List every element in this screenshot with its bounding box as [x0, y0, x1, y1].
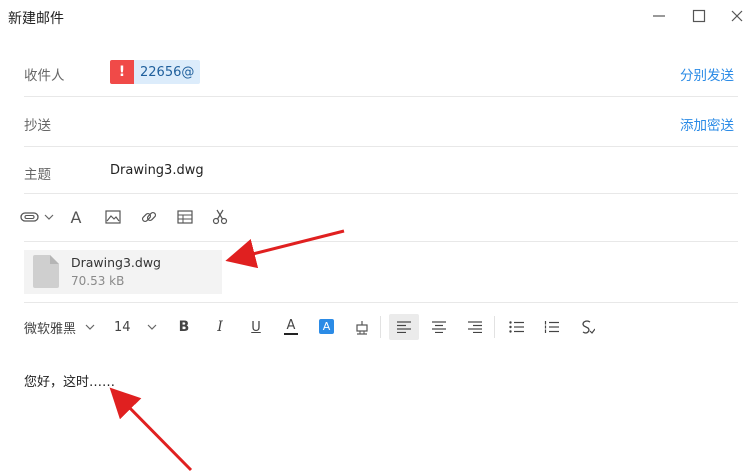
arrow-to-body [109, 387, 193, 472]
arrow-to-attachment [225, 229, 345, 269]
annotation-arrows [109, 229, 345, 472]
